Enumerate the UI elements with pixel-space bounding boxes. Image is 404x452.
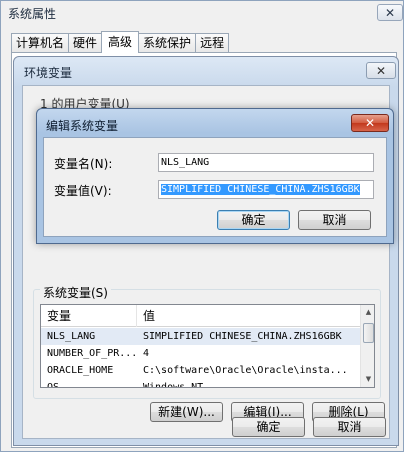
- variable-name-cell: NUMBER_OF_PR...: [47, 348, 135, 359]
- variable-value-text: SIMPLIFIED CHINESE_CHINA.ZHS16GBK: [161, 184, 360, 195]
- environment-variables-close-button[interactable]: ✕: [366, 62, 396, 79]
- variable-value-cell: C:\software\Oracle\Oracle\insta...: [143, 365, 348, 376]
- close-icon: ✕: [364, 116, 376, 130]
- vertical-scrollbar[interactable]: ▲ ▼: [360, 305, 374, 387]
- variable-value-cell: SIMPLIFIED CHINESE_CHINA.ZHS16GBK: [143, 331, 342, 342]
- variable-name-field[interactable]: NLS_LANG: [158, 153, 374, 172]
- tab-strip: 计算机名 硬件 高级 系统保护 远程: [11, 31, 230, 53]
- env-ok-button[interactable]: 确定: [232, 417, 305, 437]
- column-header-variable[interactable]: 变量: [41, 305, 137, 327]
- variable-name-cell: ORACLE_HOME: [47, 365, 114, 376]
- variable-name-cell: OS: [47, 382, 60, 388]
- variable-name-text: NLS_LANG: [161, 157, 210, 168]
- edit-dialog-close-button[interactable]: ✕: [351, 114, 389, 132]
- edit-system-variable-dialog: 编辑系统变量 ✕ 变量名(N): NLS_LANG 变量值(V): SIMPLI…: [36, 108, 394, 244]
- scroll-down-icon[interactable]: ▼: [361, 372, 374, 387]
- variable-value-cell: 4: [143, 348, 150, 359]
- table-row[interactable]: ORACLE_HOME C:\software\Oracle\Oracle\in…: [41, 362, 360, 379]
- scroll-up-icon[interactable]: ▲: [361, 305, 374, 320]
- scroll-thumb[interactable]: [363, 323, 374, 343]
- variable-name-label: 变量名(N):: [54, 157, 113, 171]
- tab-computer-name[interactable]: 计算机名: [11, 33, 70, 53]
- new-variable-button[interactable]: 新建(W)...: [150, 402, 223, 422]
- table-header: 变量 值: [41, 305, 360, 327]
- edit-cancel-button[interactable]: 取消: [298, 210, 371, 230]
- close-icon: ✕: [375, 63, 387, 78]
- table-row[interactable]: OS Windows_NT: [41, 379, 360, 388]
- system-properties-close-button[interactable]: ✕: [377, 4, 403, 21]
- tab-remote[interactable]: 远程: [195, 33, 230, 53]
- variable-value-cell: Windows_NT: [143, 382, 204, 388]
- system-variables-label: 系统变量(S): [40, 284, 111, 301]
- tab-hardware[interactable]: 硬件: [68, 33, 103, 53]
- system-properties-title: 系统属性: [8, 7, 57, 21]
- environment-variables-title: 环境变量: [24, 66, 73, 80]
- edit-ok-button[interactable]: 确定: [217, 210, 290, 230]
- column-header-value[interactable]: 值: [137, 305, 360, 327]
- variable-value-label: 变量值(V):: [54, 184, 112, 198]
- tab-advanced[interactable]: 高级: [101, 31, 140, 53]
- table-row[interactable]: NLS_LANG SIMPLIFIED CHINESE_CHINA.ZHS16G…: [41, 328, 360, 345]
- close-icon: ✕: [384, 5, 396, 20]
- system-variables-list[interactable]: 变量 值 NLS_LANG SIMPLIFIED CHINESE_CHINA.Z…: [40, 304, 375, 388]
- variable-name-cell: NLS_LANG: [47, 331, 96, 342]
- table-row[interactable]: NUMBER_OF_PR... 4: [41, 345, 360, 362]
- variable-value-field[interactable]: SIMPLIFIED CHINESE_CHINA.ZHS16GBK: [158, 180, 374, 199]
- edit-dialog-title: 编辑系统变量: [46, 119, 119, 133]
- env-cancel-button[interactable]: 取消: [313, 417, 386, 437]
- tab-system-protection[interactable]: 系统保护: [138, 33, 197, 53]
- edit-dialog-body: 变量名(N): NLS_LANG 变量值(V): SIMPLIFIED CHIN…: [43, 137, 387, 237]
